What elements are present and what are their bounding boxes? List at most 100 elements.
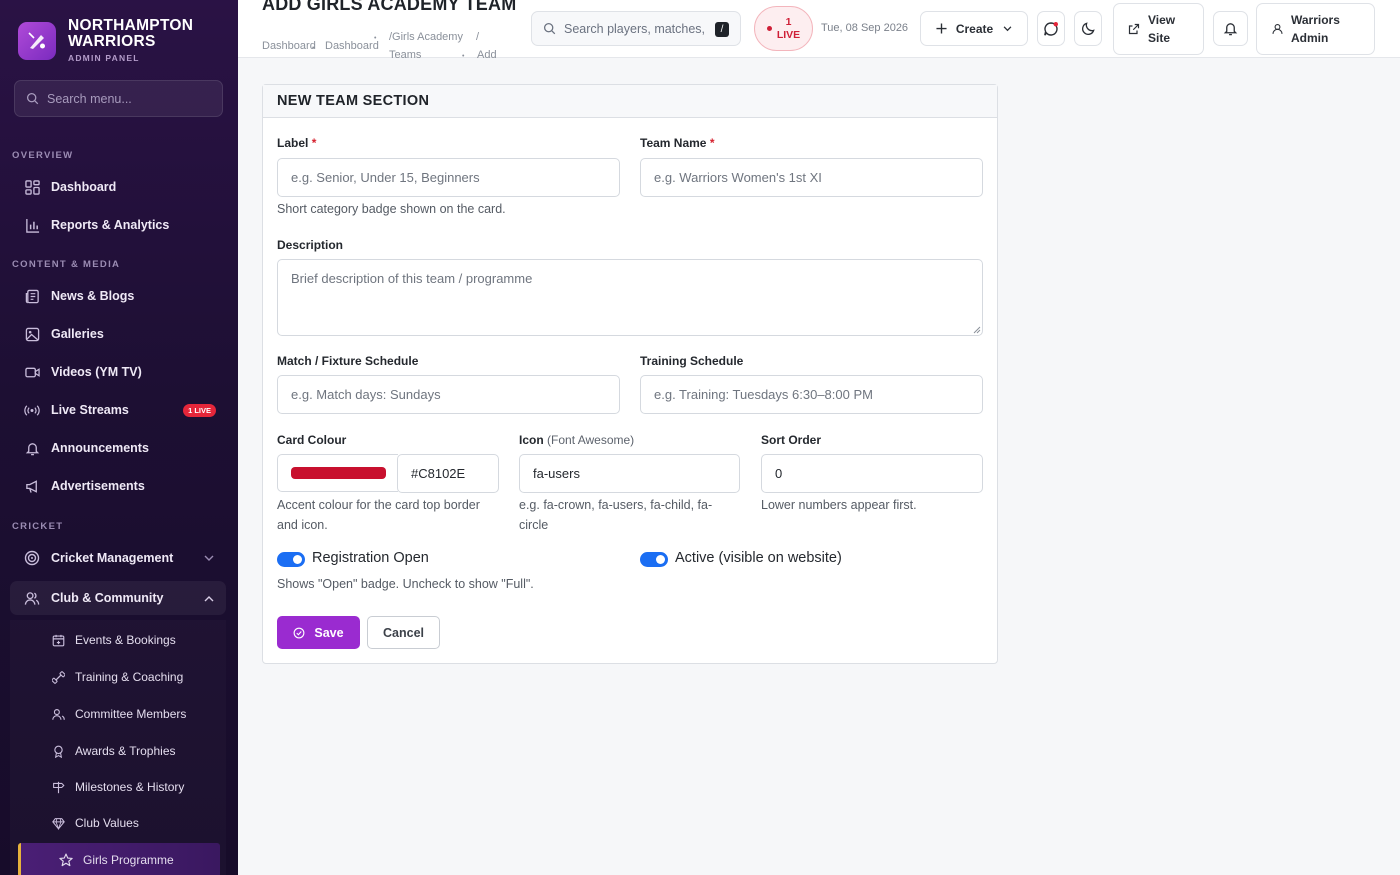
sidebar-item-label: Club & Community — [51, 591, 164, 605]
colour-hex-input[interactable]: #C8102E — [397, 454, 499, 493]
sidebar-item-cricket-management[interactable]: Cricket Management — [14, 541, 226, 575]
sidebar-item-reports[interactable]: Reports & Analytics — [14, 208, 226, 242]
sidebar-item-label: Announcements — [51, 441, 149, 455]
user-name-line2: Admin — [1291, 31, 1329, 45]
section-label-content: CONTENT & MEDIA — [12, 259, 121, 270]
page-title: ADD GIRLS ACADEMY TEAM — [262, 0, 517, 14]
chat-icon — [1044, 21, 1058, 36]
active-toggle[interactable] — [640, 552, 668, 567]
label-field-label-text: Label — [277, 136, 309, 150]
resize-handle-icon[interactable] — [973, 326, 981, 334]
sidebar-item-live-streams[interactable]: Live Streams 1 LIVE — [14, 393, 226, 427]
sidebar-subitem-awards[interactable]: Awards & Trophies — [50, 736, 176, 766]
award-icon — [50, 743, 66, 759]
calendar-plus-icon — [50, 632, 66, 648]
sidebar-subitem-girls-programme[interactable]: Girls Programme — [18, 843, 220, 875]
registration-open-label[interactable]: Registration Open — [312, 550, 429, 566]
sidebar-subitem-label: Events & Bookings — [75, 633, 176, 647]
search-shortcut-key: / — [715, 22, 729, 37]
breadcrumb-girls-academy[interactable]: /Girls Academy — [389, 31, 463, 43]
chevron-up-icon — [204, 591, 214, 605]
cricket-bat-icon — [28, 32, 45, 49]
sidebar-item-label: Reports & Analytics — [51, 218, 170, 232]
live-count: 1 — [785, 15, 792, 28]
sidebar-item-news[interactable]: News & Blogs — [14, 279, 226, 313]
sidebar-subitem-committee[interactable]: Committee Members — [50, 699, 186, 729]
sidebar-subitem-label: Girls Programme — [83, 853, 174, 867]
create-button[interactable]: Create — [920, 11, 1028, 46]
broadcast-icon — [23, 401, 41, 419]
registration-open-toggle[interactable] — [277, 552, 305, 567]
card-colour-help-1: Accent colour for the card top border — [277, 498, 480, 512]
sidebar-subitem-milestones[interactable]: Milestones & History — [50, 772, 184, 802]
save-button[interactable]: Save — [277, 616, 360, 649]
sidebar-search-input[interactable]: Search menu... — [14, 80, 223, 117]
search-icon — [26, 92, 39, 105]
sort-order-label: Sort Order — [761, 433, 822, 447]
sort-order-help: Lower numbers appear first. — [761, 498, 917, 512]
sidebar-item-label: News & Blogs — [51, 289, 135, 303]
chevron-down-icon — [1003, 25, 1012, 31]
sort-order-input[interactable]: 0 — [761, 454, 983, 493]
live-indicator[interactable]: 1 LIVE — [754, 6, 813, 51]
chevron-down-icon — [204, 551, 214, 565]
view-site-button[interactable]: View Site — [1113, 3, 1204, 55]
description-label: Description — [277, 238, 344, 252]
sidebar-subitem-training[interactable]: Training & Coaching — [50, 662, 183, 692]
sidebar-subitem-label: Committee Members — [75, 707, 187, 721]
section-label-overview: OVERVIEW — [12, 150, 74, 161]
sidebar-subitem-label: Milestones & History — [75, 780, 185, 794]
sidebar-item-announcements[interactable]: Announcements — [14, 431, 226, 465]
training-schedule-input[interactable]: e.g. Training: Tuesdays 6:30–8:00 PM — [640, 375, 983, 414]
breadcrumb-dashboard-2[interactable]: Dashboard — [325, 40, 379, 52]
user-menu-button[interactable]: Warriors Admin — [1256, 3, 1375, 55]
icon-input[interactable]: fa-users — [519, 454, 740, 493]
label-input[interactable]: e.g. Senior, Under 15, Beginners — [277, 158, 620, 197]
live-dot-icon — [766, 26, 772, 31]
dumbbell-icon — [50, 669, 66, 685]
icon-help-2: circle — [519, 518, 549, 532]
sidebar-item-club-community[interactable]: Club & Community — [10, 581, 226, 615]
sidebar-subitem-events[interactable]: Events & Bookings — [50, 625, 176, 655]
global-search-placeholder: Search players, matches, r — [564, 21, 709, 36]
sidebar-item-dashboard[interactable]: Dashboard — [14, 170, 226, 204]
icon-label: Icon (Font Awesome) — [519, 433, 634, 447]
team-name-label-text: Team Name — [640, 136, 707, 150]
description-textarea[interactable]: Brief description of this team / program… — [277, 259, 983, 336]
topbar: ADD GIRLS ACADEMY TEAM Dashboard • Dashb… — [238, 0, 1400, 61]
sidebar-subitem-values[interactable]: Club Values — [50, 808, 139, 838]
breadcrumb-separator: • — [462, 53, 465, 60]
sidebar-item-videos[interactable]: Videos (YM TV) — [14, 355, 226, 389]
team-name-label: Team Name * — [640, 136, 715, 150]
sidebar-item-advertisements[interactable]: Advertisements — [14, 469, 226, 503]
breadcrumb-dashboard[interactable]: Dashboard — [262, 40, 316, 52]
colour-picker[interactable] — [277, 454, 398, 492]
sidebar-item-label: Galleries — [51, 327, 104, 341]
view-site-label-1: View — [1148, 13, 1176, 27]
team-name-input[interactable]: e.g. Warriors Women's 1st XI — [640, 158, 983, 197]
video-icon — [23, 363, 41, 381]
breadcrumb-teams[interactable]: Teams — [389, 49, 421, 61]
label-help-text: Short category badge shown on the card. — [277, 202, 506, 216]
cancel-button[interactable]: Cancel — [367, 616, 440, 649]
sidebar-item-label: Dashboard — [51, 180, 117, 194]
new-team-form-card: NEW TEAM SECTION Label * e.g. Senior, Un… — [262, 84, 998, 664]
registration-open-help: Shows "Open" badge. Uncheck to show "Ful… — [277, 577, 534, 591]
bell-icon — [23, 439, 41, 457]
brand[interactable]: NORTHAMPTON WARRIORS ADMIN PANEL — [18, 18, 193, 63]
match-schedule-label: Match / Fixture Schedule — [277, 354, 419, 368]
sidebar-item-galleries[interactable]: Galleries — [14, 317, 226, 351]
global-search-input[interactable]: Search players, matches, r / — [531, 11, 741, 46]
sidebar-search-placeholder: Search menu... — [47, 91, 132, 106]
users-icon — [23, 589, 41, 607]
live-count-badge: 1 LIVE — [183, 403, 216, 417]
icon-label-suffix: (Font Awesome) — [547, 433, 635, 447]
active-label[interactable]: Active (visible on website) — [675, 550, 842, 566]
match-schedule-input[interactable]: e.g. Match days: Sundays — [277, 375, 620, 414]
save-label: Save — [314, 625, 344, 640]
notifications-button[interactable] — [1213, 11, 1248, 46]
signpost-icon — [50, 779, 66, 795]
chat-button[interactable] — [1037, 11, 1065, 46]
star-icon — [58, 852, 74, 868]
theme-toggle-button[interactable] — [1074, 11, 1102, 46]
